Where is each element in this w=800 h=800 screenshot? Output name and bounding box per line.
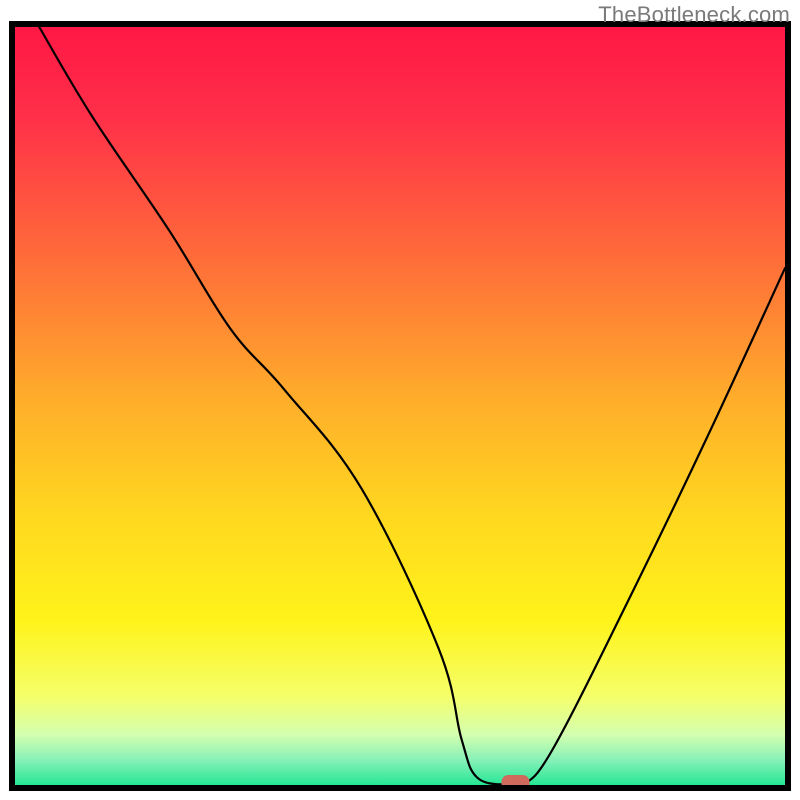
gradient-background xyxy=(12,24,788,788)
bottleneck-chart xyxy=(0,0,800,800)
chart-container: TheBottleneck.com xyxy=(0,0,800,800)
watermark-text: TheBottleneck.com xyxy=(598,2,790,28)
